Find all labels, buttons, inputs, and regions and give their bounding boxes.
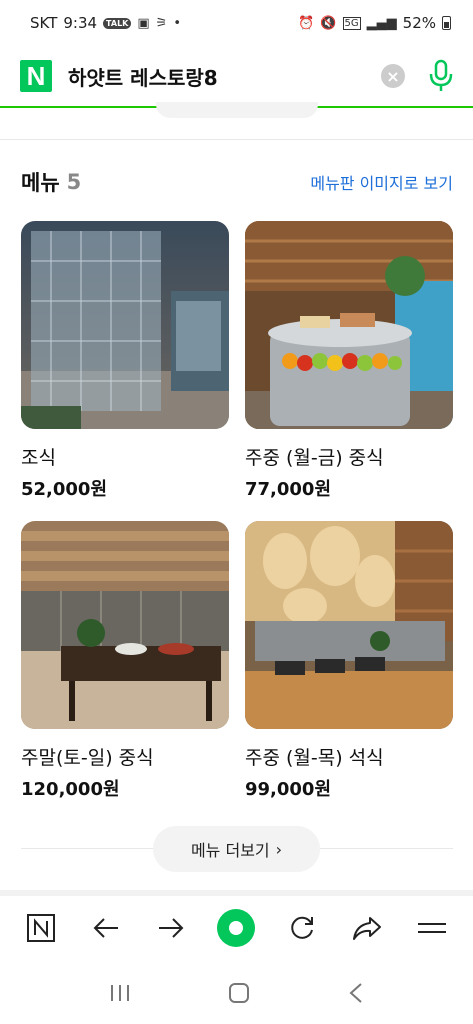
signal-bars-icon: ▂▄▆ <box>366 15 397 31</box>
menu-section-header: 메뉴 5 메뉴판 이미지로 보기 <box>21 166 453 198</box>
previous-more-button[interactable] <box>156 102 318 118</box>
home-icon <box>217 909 256 947</box>
battery-icon <box>442 16 451 30</box>
system-nav-bar <box>0 966 473 1024</box>
naver-n-icon <box>26 914 55 942</box>
menu-more-button[interactable]: 메뉴 더보기 › <box>153 826 320 872</box>
more-menu-button[interactable] <box>410 906 454 950</box>
back-chevron-icon <box>349 983 362 1003</box>
forward-button[interactable] <box>149 906 193 950</box>
menu-item-name: 주중 (월-금) 중식 <box>245 447 384 469</box>
menu-item-price: 77,000원 <box>245 479 332 500</box>
recent-apps-button[interactable] <box>109 983 131 1007</box>
refresh-button[interactable] <box>280 906 324 950</box>
search-bar: N 하얏트 레스토랑8 × <box>0 46 473 108</box>
battery-percent: 52% <box>402 14 436 32</box>
browser-toolbar <box>0 896 473 960</box>
system-back-button[interactable] <box>348 982 364 1008</box>
refresh-icon <box>291 916 313 939</box>
forward-arrow-icon <box>159 918 184 938</box>
clear-search-button[interactable]: × <box>381 64 405 88</box>
menu-photo[interactable] <box>245 521 453 729</box>
menu-grid: 조식 52,000원 주중 (월-금) 중식 77,000원 주말(토-일) 중… <box>21 221 453 800</box>
previous-section-edge <box>0 102 473 140</box>
menu-photo[interactable] <box>245 221 453 429</box>
menu-count: 5 <box>66 170 82 194</box>
more-notifications-icon: • <box>173 15 181 31</box>
menu-item-name: 조식 <box>21 447 56 469</box>
naver-logo[interactable]: N <box>20 60 52 92</box>
notification-icon: ⚞ <box>155 15 168 31</box>
menu-item-name: 주중 (월-목) 석식 <box>245 747 384 769</box>
chevron-right-icon: › <box>275 839 283 859</box>
wine-cellar-photo <box>21 221 229 429</box>
fruit-buffet-photo <box>245 221 453 429</box>
home-square-icon <box>229 983 250 1003</box>
home-button[interactable] <box>214 906 258 950</box>
back-button[interactable] <box>84 906 128 950</box>
open-kitchen-photo <box>245 521 453 729</box>
menu-photo[interactable] <box>21 221 229 429</box>
microphone-icon <box>429 59 453 91</box>
share-icon <box>353 917 382 940</box>
menu-icon <box>418 923 447 933</box>
voice-search-button[interactable] <box>427 58 455 94</box>
back-arrow-icon <box>93 918 118 938</box>
recent-apps-icon <box>110 985 129 1001</box>
menu-item[interactable]: 주중 (월-금) 중식 77,000원 <box>245 221 453 500</box>
menu-item-price: 52,000원 <box>21 479 108 500</box>
menu-title: 메뉴 <box>21 171 60 195</box>
carrier-label: SKT <box>30 14 58 32</box>
close-icon: × <box>386 66 400 86</box>
alarm-icon: ⏰ <box>298 15 315 31</box>
menu-image-link[interactable]: 메뉴판 이미지로 보기 <box>310 170 453 194</box>
menu-item[interactable]: 조식 52,000원 <box>21 221 229 500</box>
wood-buffet-photo <box>21 521 229 729</box>
menu-item-name: 주말(토-일) 중식 <box>21 747 154 769</box>
menu-item[interactable]: 주중 (월-목) 석식 99,000원 <box>245 521 453 800</box>
share-button[interactable] <box>345 906 389 950</box>
mute-icon: 🔇 <box>320 15 337 31</box>
menu-item[interactable]: 주말(토-일) 중식 120,000원 <box>21 521 229 800</box>
menu-item-price: 120,000원 <box>21 779 120 800</box>
menu-photo[interactable] <box>21 521 229 729</box>
gallery-notification-icon: ▣ <box>137 15 150 31</box>
system-home-button[interactable] <box>228 982 250 1008</box>
status-bar: SKT 9:34 TALK ▣ ⚞ • ⏰ 🔇 5G ▂▄▆ 52% <box>0 0 473 46</box>
naver-home-button[interactable] <box>19 906 63 950</box>
kakaotalk-notification-icon: TALK <box>103 17 132 29</box>
menu-item-price: 99,000원 <box>245 779 332 800</box>
menu-more-label: 메뉴 더보기 <box>190 841 270 860</box>
search-query[interactable]: 하얏트 레스토랑8 <box>68 62 218 91</box>
clock: 9:34 <box>63 14 98 32</box>
5g-signal-icon: 5G <box>342 16 361 30</box>
